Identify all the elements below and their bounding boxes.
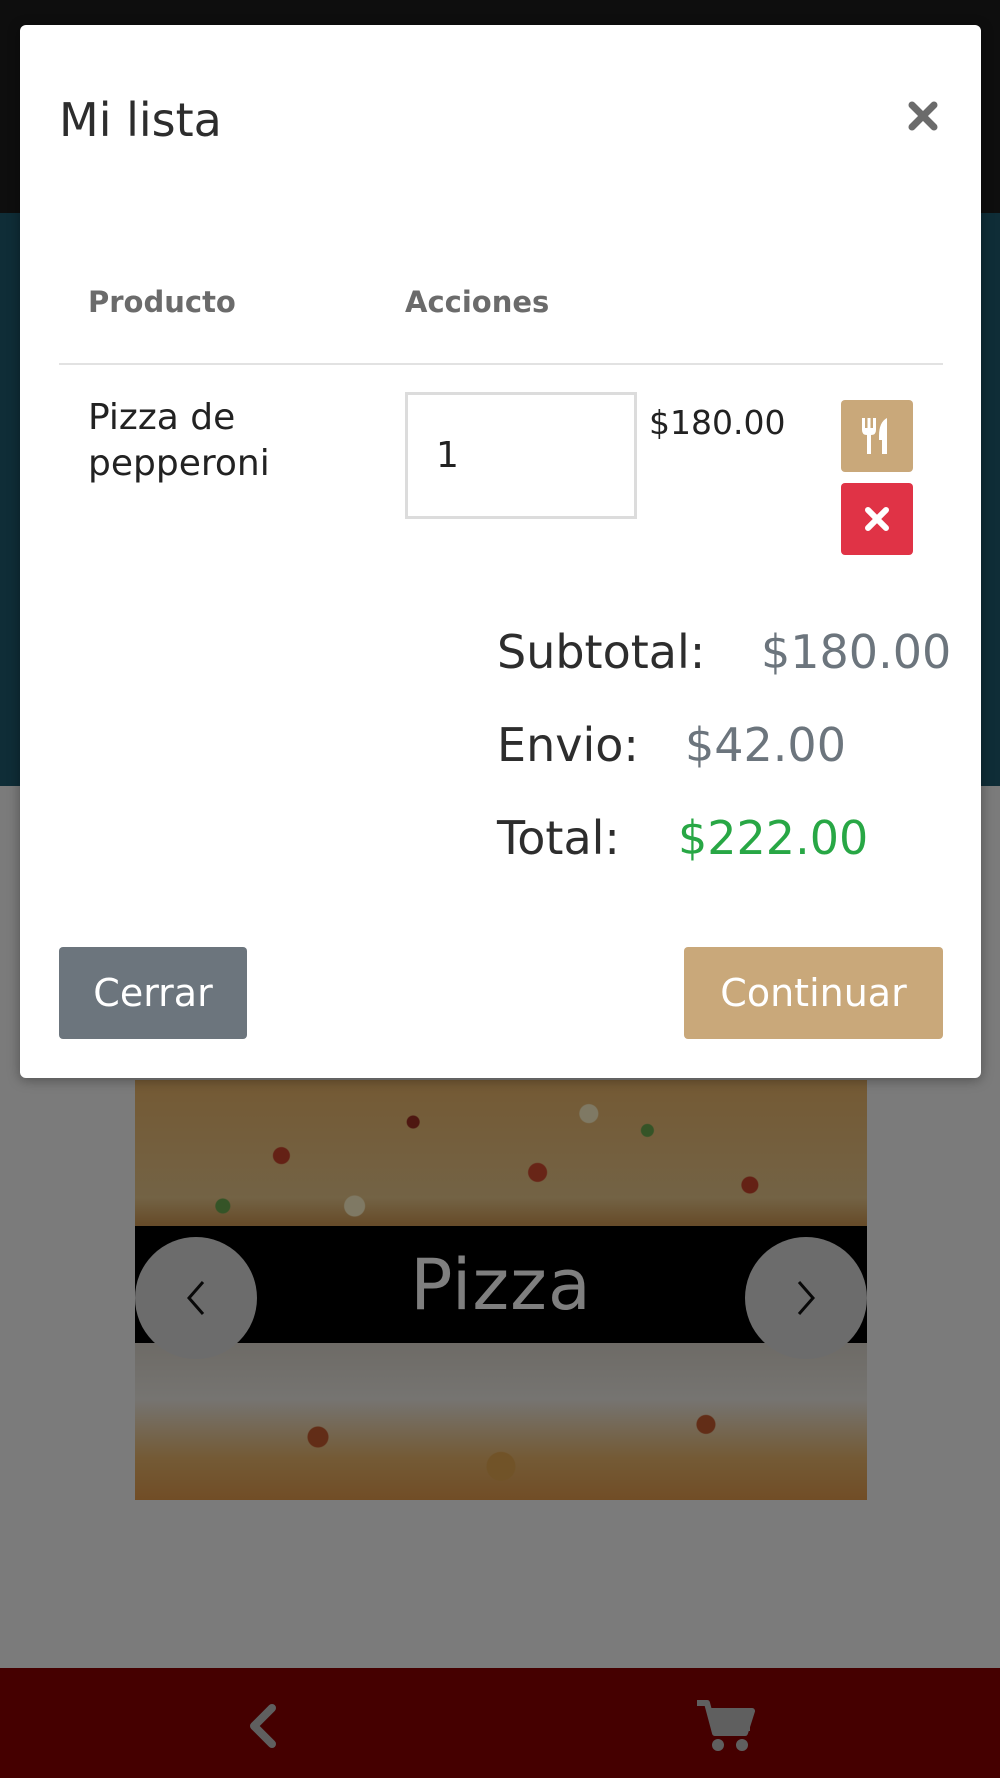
product-name: Pizza de pepperoni: [88, 397, 270, 484]
column-header-actions: Acciones: [405, 285, 550, 319]
close-icon: [908, 101, 938, 131]
table-row: Pizza de pepperoni $180.00: [59, 365, 943, 565]
product-price: $180.00: [649, 403, 786, 442]
continue-button[interactable]: Continuar: [684, 947, 943, 1039]
delete-item-button[interactable]: [841, 483, 913, 555]
cart-modal: Mi lista Producto Acciones Pizza de pepp…: [20, 25, 981, 1078]
subtotal-label: Subtotal:: [497, 625, 706, 679]
shipping-label: Envio:: [497, 718, 639, 772]
subtotal-row: Subtotal: $180.00: [497, 625, 951, 679]
total-row: Total: $222.00: [497, 811, 868, 865]
subtotal-value: $180.00: [761, 625, 952, 679]
modal-title: Mi lista: [59, 93, 222, 147]
total-value: $222.00: [678, 811, 869, 865]
close-button[interactable]: Cerrar: [59, 947, 247, 1039]
modal-close-button[interactable]: [905, 98, 941, 134]
total-label: Total:: [497, 811, 620, 865]
column-header-product: Producto: [88, 285, 236, 319]
table-header: Producto Acciones: [59, 255, 943, 365]
quantity-input[interactable]: [405, 392, 637, 519]
times-icon: [865, 507, 889, 531]
shipping-value: $42.00: [685, 718, 846, 772]
utensils-icon: [862, 418, 887, 454]
shipping-row: Envio: $42.00: [497, 718, 846, 772]
menu-button[interactable]: [841, 400, 913, 472]
